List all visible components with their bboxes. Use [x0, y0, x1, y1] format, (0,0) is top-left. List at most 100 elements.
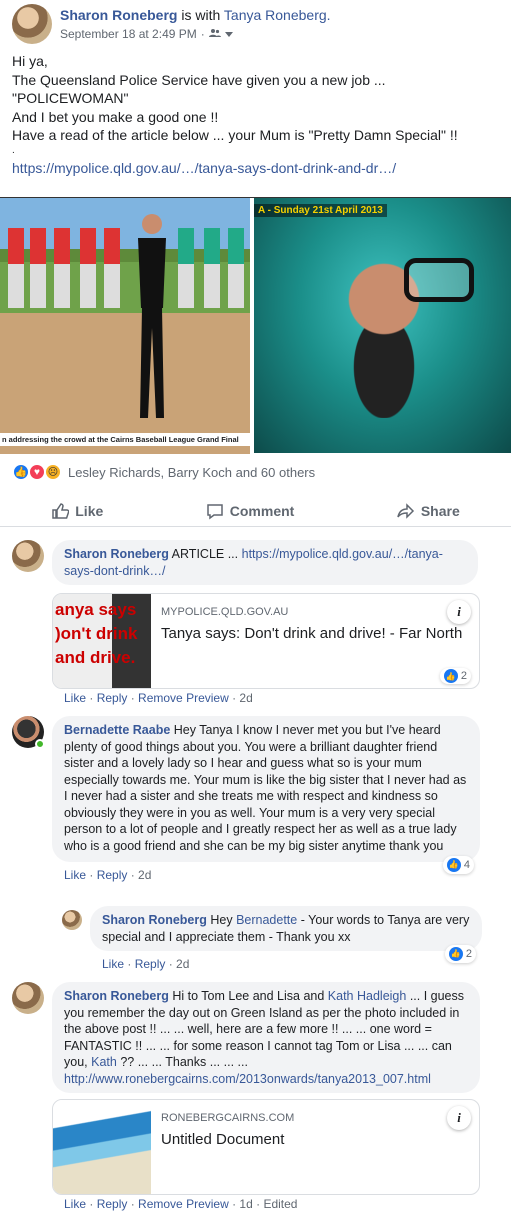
comment-actions: Like · Reply · Remove Preview · 2d	[64, 691, 253, 705]
remove-preview-link[interactable]: Remove Preview	[138, 691, 229, 705]
friends-icon[interactable]	[208, 27, 221, 41]
commenter-avatar[interactable]	[12, 540, 44, 572]
reply-author[interactable]: Sharon Roneberg	[102, 913, 207, 927]
comment-text: Hey Tanya I know I never met you but I'v…	[64, 723, 467, 853]
post-photos: n addressing the crowd at the Cairns Bas…	[0, 197, 511, 454]
reply-age[interactable]: 2d	[176, 957, 189, 971]
reply-reaction-count[interactable]: 👍 2	[444, 944, 476, 963]
edited-label[interactable]: Edited	[263, 1197, 297, 1211]
comment-like-link[interactable]: Like	[64, 1197, 86, 1211]
sad-reaction-icon: ☹	[44, 463, 62, 481]
reply-reply-link[interactable]: Reply	[135, 957, 166, 971]
comment-text-a: Hi to Tom Lee and Lisa and	[172, 989, 325, 1003]
comment-reaction-count[interactable]: 👍 2	[439, 668, 471, 684]
post-article-link[interactable]: https://mypolice.qld.gov.au/…/tanya-says…	[12, 159, 502, 178]
reaction-names[interactable]: Lesley Richards, Barry Koch and 60 other…	[68, 465, 315, 480]
comment-author[interactable]: Sharon Roneberg	[64, 989, 169, 1003]
link-preview[interactable]: anya says )on't drink and drive. MYPOLIC…	[52, 593, 480, 689]
comment-item: Sharon Roneberg Hi to Tom Lee and Lisa a…	[12, 982, 480, 1211]
player-figure	[80, 228, 96, 308]
info-icon[interactable]: i	[447, 600, 471, 624]
comment-text-c: ?? ... ... Thanks ... ... ...	[120, 1055, 248, 1069]
preview-title: Tanya says: Don't drink and drive! - Far…	[161, 625, 463, 642]
comment-age[interactable]: 1d	[239, 1197, 252, 1211]
comment-author[interactable]: Sharon Roneberg	[64, 547, 169, 561]
comment-label: Comment	[229, 502, 295, 519]
reaction-count: 2	[460, 670, 467, 682]
post-author-name[interactable]: Sharon Roneberg	[60, 7, 177, 23]
comment-icon	[207, 503, 223, 519]
comment-reaction-count[interactable]: 👍 4	[442, 855, 474, 874]
post-line: Have a read of the article below ... you…	[12, 127, 458, 143]
reply-like-link[interactable]: Like	[102, 957, 124, 971]
preview-domain: MYPOLICE.QLD.GOV.AU	[161, 606, 289, 618]
reply-text-a: Hey	[210, 913, 233, 927]
comment-item: Bernadette Raabe Hey Tanya I know I neve…	[12, 716, 480, 882]
tagged-person[interactable]: Tanya Roneberg.	[224, 7, 331, 23]
photo-baseball-speech[interactable]: n addressing the crowd at the Cairns Bas…	[0, 198, 254, 454]
mention-link[interactable]: Kath Hadleigh	[328, 989, 407, 1003]
author-avatar[interactable]	[12, 4, 52, 44]
comment-reply-link[interactable]: Reply	[97, 868, 128, 882]
comment-reply-link[interactable]: Reply	[97, 1197, 128, 1211]
like-reaction-icon: 👍	[446, 857, 461, 872]
comment-reply-link[interactable]: Reply	[97, 691, 128, 705]
comment-bubble: Bernadette Raabe Hey Tanya I know I neve…	[52, 716, 480, 874]
share-icon	[397, 502, 414, 519]
post-body: Hi ya, The Queensland Police Service hav…	[12, 52, 502, 177]
player-figure	[54, 228, 70, 308]
with-text: is with	[181, 7, 221, 23]
comment-age[interactable]: 2d	[239, 691, 252, 705]
remove-preview-link[interactable]: Remove Preview	[138, 1197, 229, 1211]
speaker-figure	[132, 212, 172, 418]
comment-bubble: Sharon Roneberg ARTICLE ... https://mypo…	[52, 540, 478, 585]
player-figure	[30, 228, 46, 308]
like-reaction-icon: 👍	[443, 669, 458, 683]
thumb-text: anya says )on't drink and drive.	[55, 600, 138, 667]
comment-age[interactable]: 2d	[138, 868, 151, 882]
comment-author[interactable]: Bernadette Raabe	[64, 723, 170, 737]
reply-item: Sharon Roneberg Hey Bernadette - Your wo…	[62, 906, 482, 971]
like-label: Like	[75, 502, 104, 519]
comment-like-link[interactable]: Like	[64, 691, 86, 705]
post-line: The Queensland Police Service have given…	[12, 71, 386, 88]
player-figure	[104, 228, 120, 308]
comment-item: Sharon Roneberg ARTICLE ... https://mypo…	[12, 540, 480, 705]
reaction-count: 2	[465, 947, 472, 960]
mention-link[interactable]: Bernadette	[236, 913, 297, 927]
commenter-avatar[interactable]	[12, 716, 45, 749]
photo-snorkel[interactable]: A - Sunday 21st April 2013	[254, 198, 511, 453]
post-author-line: Sharon Roneberg is with Tanya Roneberg.	[60, 6, 331, 24]
link-preview[interactable]: RONEBERGCAIRNS.COM Untitled Document i	[52, 1099, 480, 1195]
post-timestamp[interactable]: September 18 at 2:49 PM	[60, 27, 197, 41]
post-header: Sharon Roneberg is with Tanya Roneberg. …	[12, 4, 331, 44]
reply-bubble: Sharon Roneberg Hey Bernadette - Your wo…	[90, 906, 482, 963]
commenter-avatar[interactable]	[12, 982, 44, 1014]
comment-button[interactable]: Comment	[206, 502, 295, 520]
reaction-count: 4	[463, 858, 470, 871]
photo-date-banner: A - Sunday 21st April 2013	[254, 204, 387, 217]
info-icon[interactable]: i	[447, 1106, 471, 1130]
post-line: And I bet you make a good one !!	[12, 108, 219, 125]
comment-bubble: Sharon Roneberg Hi to Tom Lee and Lisa a…	[52, 982, 480, 1093]
share-button[interactable]: Share	[397, 502, 460, 520]
post-actions: Like Comment Share	[0, 495, 511, 527]
share-label: Share	[420, 502, 460, 519]
like-button[interactable]: Like	[51, 502, 103, 520]
meta-separator: ·	[200, 27, 205, 41]
reaction-summary[interactable]: 👍 ♥ ☹ Lesley Richards, Barry Koch and 60…	[12, 463, 315, 481]
mention-link[interactable]: Kath	[91, 1055, 117, 1069]
comment-link[interactable]: http://www.ronebergcairns.com/2013onward…	[64, 1071, 468, 1088]
preview-domain: RONEBERGCAIRNS.COM	[161, 1112, 295, 1124]
replier-avatar[interactable]	[62, 910, 82, 930]
like-reaction-icon: 👍	[448, 946, 463, 961]
comment-actions: Like · Reply · Remove Preview · 1d · Edi…	[64, 1197, 298, 1211]
post-line: Hi ya,	[12, 53, 48, 69]
online-status-icon	[35, 739, 45, 749]
comment-like-link[interactable]: Like	[64, 868, 86, 882]
comment-text: ARTICLE ...	[171, 547, 239, 561]
photo-caption: n addressing the crowd at the Cairns Bas…	[0, 433, 254, 446]
audience-dropdown-icon[interactable]	[224, 27, 233, 41]
reply-actions: Like · Reply · 2d	[102, 957, 190, 971]
player-figure	[204, 228, 220, 308]
